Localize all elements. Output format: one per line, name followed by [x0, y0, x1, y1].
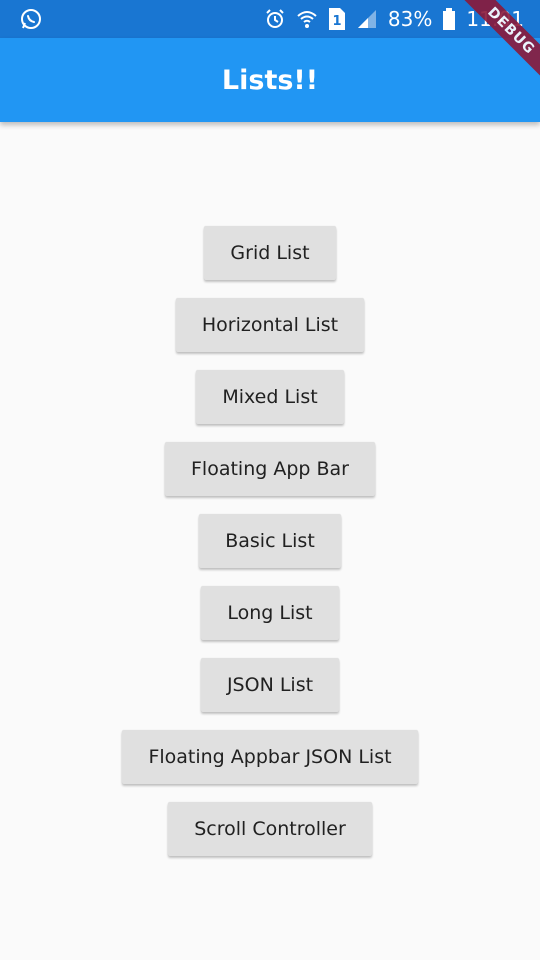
- alarm-icon: [264, 8, 286, 30]
- page-title: Lists!!: [221, 64, 319, 96]
- button-list: Grid List Horizontal List Mixed List Flo…: [0, 226, 540, 856]
- battery-icon: [442, 7, 456, 31]
- scroll-controller-button[interactable]: Scroll Controller: [168, 802, 372, 856]
- sim-icon: 1: [328, 7, 346, 31]
- floating-app-bar-button[interactable]: Floating App Bar: [165, 442, 375, 496]
- long-list-button[interactable]: Long List: [201, 586, 339, 640]
- app-bar: Lists!!: [0, 38, 540, 122]
- mixed-list-button[interactable]: Mixed List: [196, 370, 344, 424]
- status-bar: 1 83% 11:01: [0, 0, 540, 38]
- wifi-icon: [296, 8, 318, 30]
- signal-icon: [356, 8, 378, 30]
- grid-list-button[interactable]: Grid List: [204, 226, 336, 280]
- horizontal-list-button[interactable]: Horizontal List: [175, 298, 365, 352]
- basic-list-button[interactable]: Basic List: [199, 514, 341, 568]
- json-list-button[interactable]: JSON List: [200, 658, 340, 712]
- floating-appbar-json-list-button[interactable]: Floating Appbar JSON List: [122, 730, 418, 784]
- battery-percent: 83%: [387, 7, 433, 31]
- sim-label: 1: [332, 14, 341, 29]
- whatsapp-icon: [20, 8, 42, 30]
